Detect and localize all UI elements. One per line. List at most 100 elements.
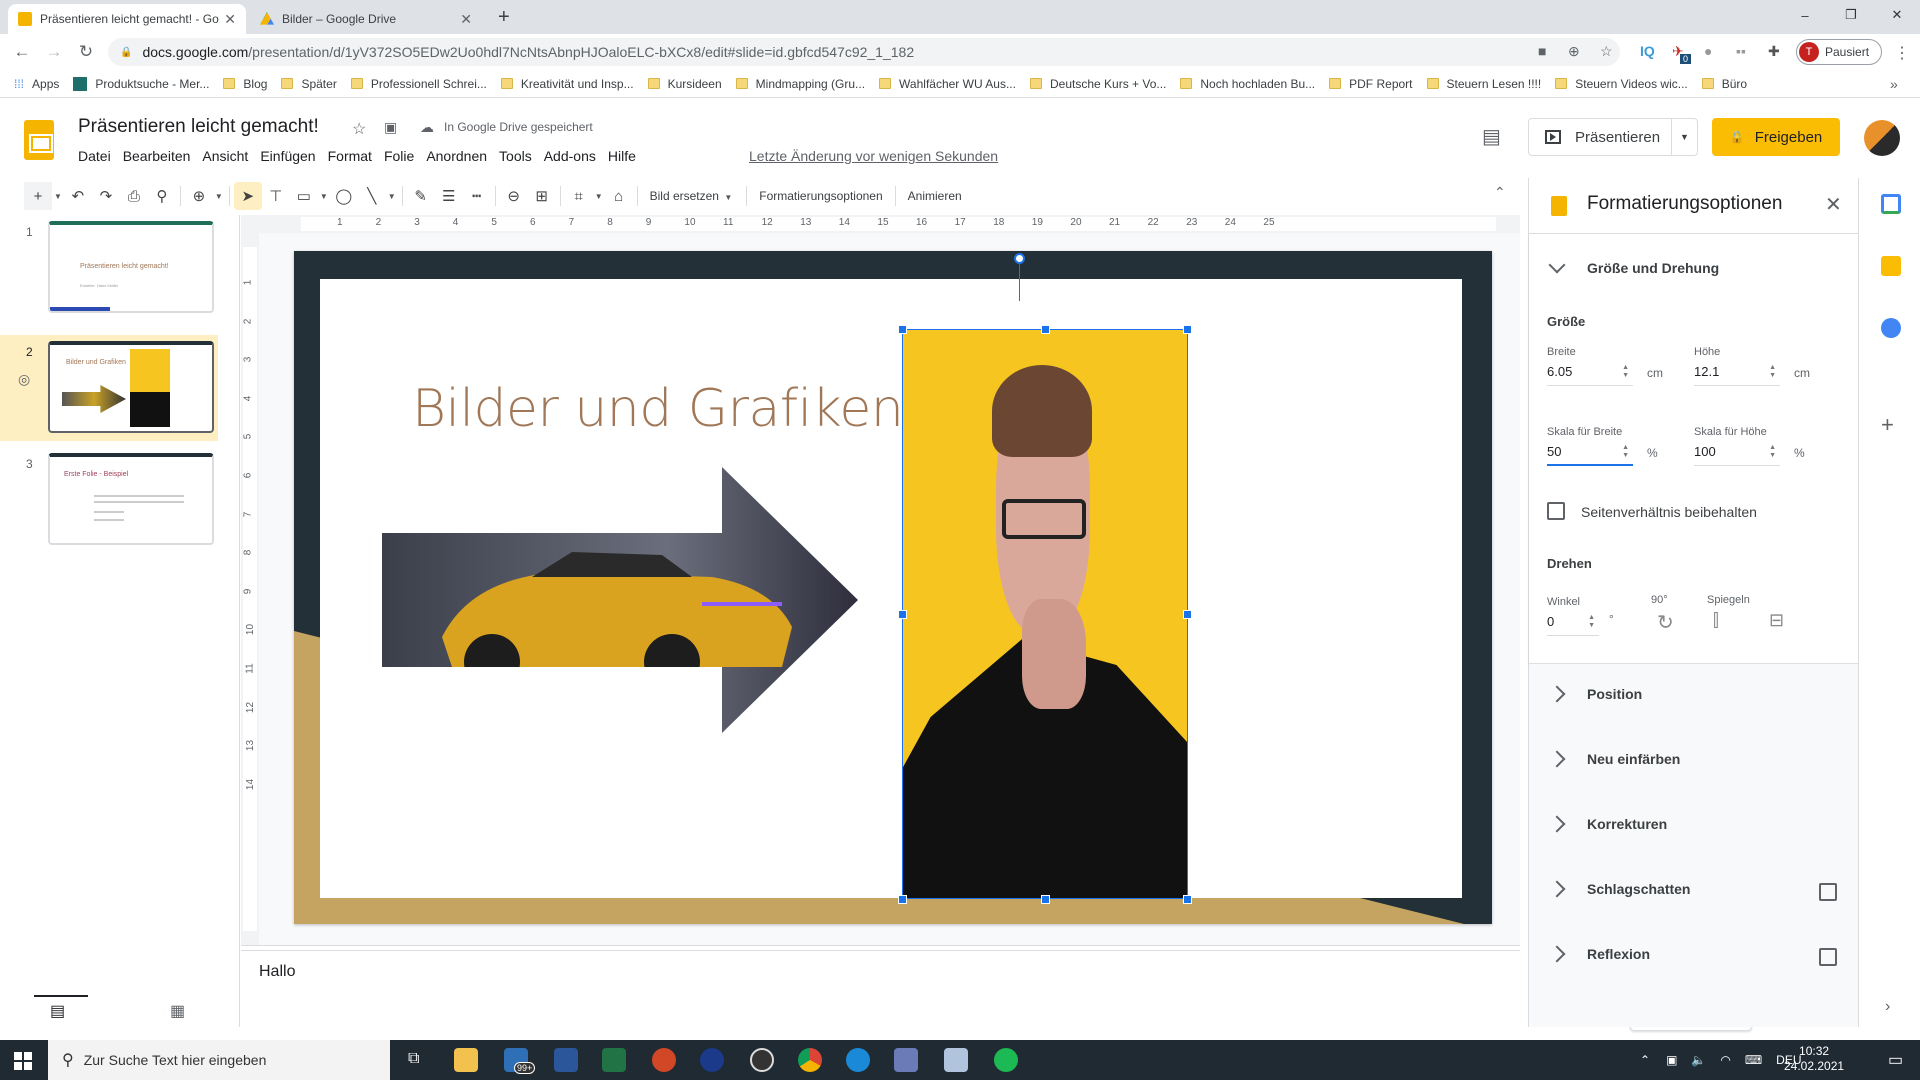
- select-cursor-icon[interactable]: ➤: [233, 182, 262, 210]
- taskbar-search[interactable]: ⚲ Zur Suche Text hier eingeben: [48, 1040, 390, 1080]
- new-slide-icon[interactable]: +: [24, 182, 52, 210]
- wifi-icon[interactable]: ◠: [1720, 1053, 1730, 1067]
- calendar-icon[interactable]: [1881, 194, 1901, 214]
- menu-format[interactable]: Format: [322, 148, 378, 164]
- reset-image-icon[interactable]: ⌂: [605, 182, 633, 210]
- star-icon[interactable]: ☆: [352, 119, 366, 139]
- filmstrip-view-icon[interactable]: ▤: [50, 1001, 65, 1021]
- resize-handle-e[interactable]: [1183, 610, 1192, 619]
- speaker-notes[interactable]: Hallo Erkunden: [241, 951, 1752, 1031]
- bookmark-folder[interactable]: Kursideen: [647, 77, 722, 91]
- section-reflection[interactable]: Reflexion: [1529, 924, 1859, 989]
- word-icon[interactable]: [554, 1048, 578, 1072]
- chevron-down-icon[interactable]: ▼: [54, 192, 62, 201]
- stepper-icon[interactable]: ▲ ▼: [1769, 444, 1776, 460]
- move-folder-icon[interactable]: ▣: [384, 119, 397, 136]
- menu-datei[interactable]: Datei: [72, 148, 117, 164]
- app-icon[interactable]: [700, 1048, 724, 1072]
- slide-thumbnail-1[interactable]: 1 Präsentieren leicht gemacht! Ersteller…: [0, 215, 218, 319]
- border-dash-icon[interactable]: ┅: [463, 182, 491, 210]
- zoom-icon[interactable]: ⊕: [1568, 43, 1580, 60]
- aspect-ratio-checkbox[interactable]: [1547, 502, 1565, 520]
- chrome-icon[interactable]: [798, 1048, 822, 1072]
- add-addon-icon[interactable]: +: [1881, 412, 1894, 438]
- border-color-icon[interactable]: ✎: [407, 182, 435, 210]
- chevron-down-icon[interactable]: ▼: [215, 192, 223, 201]
- slide-thumbnail-2[interactable]: 2 ◎ Bilder und Grafiken: [0, 335, 218, 441]
- menu-tools[interactable]: Tools: [493, 148, 538, 164]
- obs-icon[interactable]: [750, 1048, 774, 1072]
- address-bar[interactable]: 🔒 docs.google.com/presentation/d/1yV372S…: [108, 38, 1620, 66]
- slide[interactable]: Bilder und Grafiken: [294, 251, 1492, 924]
- task-view-icon[interactable]: ⧉: [408, 1050, 419, 1068]
- redo-icon[interactable]: ↷: [92, 182, 120, 210]
- chevron-down-icon[interactable]: ▼: [388, 192, 396, 201]
- chevron-down-icon[interactable]: ▼: [595, 192, 603, 201]
- menu-ansicht[interactable]: Ansicht: [196, 148, 254, 164]
- close-tab-icon[interactable]: ✕: [224, 11, 236, 28]
- grid-view-icon[interactable]: ▦: [170, 1001, 185, 1021]
- menu-addons[interactable]: Add-ons: [538, 148, 602, 164]
- menu-folie[interactable]: Folie: [378, 148, 420, 164]
- volume-icon[interactable]: 🔈: [1691, 1053, 1706, 1067]
- resize-handle-se[interactable]: [1183, 895, 1192, 904]
- keyboard-icon[interactable]: ⌨: [1745, 1053, 1762, 1067]
- app-icon[interactable]: [894, 1048, 918, 1072]
- reload-icon[interactable]: ↻: [76, 42, 96, 62]
- drop-shadow-checkbox[interactable]: [1819, 883, 1837, 901]
- crop-icon[interactable]: ⌗: [565, 182, 593, 210]
- slide-title[interactable]: Bilder und Grafiken: [412, 379, 904, 439]
- minimize-button[interactable]: –: [1782, 0, 1828, 30]
- link-icon[interactable]: ⊖: [500, 182, 528, 210]
- zoom-icon[interactable]: ⊕: [185, 182, 213, 210]
- height-field[interactable]: 12.1 ▲ ▼: [1694, 360, 1780, 386]
- resize-handle-w[interactable]: [898, 610, 907, 619]
- tasks-icon[interactable]: [1881, 318, 1901, 338]
- share-button[interactable]: 🔒 Freigeben: [1712, 118, 1840, 156]
- image-icon[interactable]: ▭: [290, 182, 318, 210]
- keep-icon[interactable]: [1881, 256, 1901, 276]
- back-icon[interactable]: ←: [12, 42, 32, 62]
- slide-thumbnail-3[interactable]: 3 Erste Folie - Beispiel: [0, 447, 218, 551]
- start-button[interactable]: [14, 1052, 32, 1070]
- tab-slides[interactable]: Präsentieren leicht gemacht! - Go ✕: [8, 4, 246, 34]
- bookmark-folder[interactable]: Kreativität und Insp...: [500, 77, 634, 91]
- user-avatar[interactable]: [1864, 120, 1900, 156]
- line-icon[interactable]: ╲: [358, 182, 386, 210]
- document-title[interactable]: Präsentieren leicht gemacht!: [78, 116, 319, 138]
- stepper-icon[interactable]: ▲ ▼: [1769, 364, 1776, 380]
- bookmark-folder[interactable]: Professionell Schrei...: [350, 77, 487, 91]
- menu-bearbeiten[interactable]: Bearbeiten: [117, 148, 197, 164]
- clock[interactable]: 10:32 24.02.2021: [1784, 1044, 1844, 1074]
- tray-chevron-up-icon[interactable]: ⌃: [1640, 1053, 1650, 1067]
- stepper-icon[interactable]: ▲ ▼: [1588, 614, 1595, 630]
- flip-horizontal-icon[interactable]: ⫿: [1713, 610, 1719, 631]
- undo-icon[interactable]: ↶: [64, 182, 92, 210]
- spotify-icon[interactable]: [994, 1048, 1018, 1072]
- app-icon[interactable]: [944, 1048, 968, 1072]
- chevron-down-icon[interactable]: ▼: [320, 192, 328, 201]
- stepper-icon[interactable]: ▲ ▼: [1622, 364, 1629, 380]
- camera-icon[interactable]: ■: [1538, 43, 1546, 59]
- iq-extension-icon[interactable]: IQ: [1640, 43, 1655, 59]
- bookmark-folder[interactable]: Noch hochladen Bu...: [1180, 77, 1315, 91]
- resize-handle-n[interactable]: [1041, 325, 1050, 334]
- file-explorer-icon[interactable]: [454, 1048, 478, 1072]
- present-button[interactable]: Präsentieren ▼: [1528, 118, 1698, 156]
- resize-handle-s[interactable]: [1041, 895, 1050, 904]
- close-window-button[interactable]: ✕: [1874, 0, 1920, 30]
- powerpoint-icon[interactable]: [652, 1048, 676, 1072]
- notifications-icon[interactable]: ▭: [1888, 1050, 1903, 1070]
- section-recolor[interactable]: Neu einfärben: [1529, 729, 1859, 794]
- bookmark-folder[interactable]: Blog: [223, 77, 267, 91]
- stepper-icon[interactable]: ▲ ▼: [1622, 444, 1629, 460]
- extensions-puzzle-icon[interactable]: ✚: [1768, 43, 1780, 60]
- bookmark-folder[interactable]: Büro: [1701, 77, 1747, 91]
- section-drop-shadow[interactable]: Schlagschatten: [1529, 859, 1859, 924]
- forward-icon[interactable]: →: [44, 42, 64, 62]
- width-field[interactable]: 6.05 ▲ ▼: [1547, 360, 1633, 386]
- restore-button[interactable]: ❐: [1828, 0, 1874, 30]
- bookmarks-overflow-button[interactable]: »: [1890, 76, 1898, 92]
- paint-format-icon[interactable]: ⚲: [148, 182, 176, 210]
- last-edit-link[interactable]: Letzte Änderung vor wenigen Sekunden: [749, 148, 998, 164]
